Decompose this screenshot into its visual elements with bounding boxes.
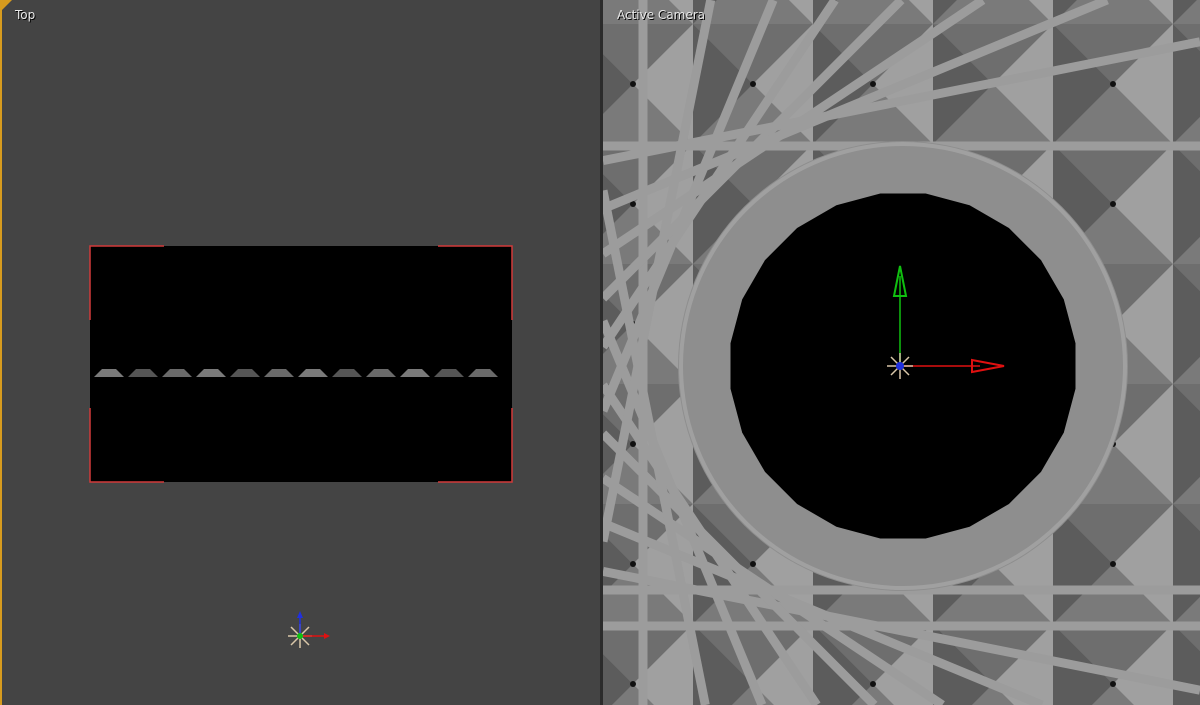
- viewport-label-active-camera[interactable]: Active Camera: [617, 8, 705, 22]
- viewport-label-top[interactable]: Top: [15, 8, 35, 22]
- selected-object[interactable]: [89, 245, 513, 483]
- camera-viewport[interactable]: Active Camera: [603, 0, 1200, 705]
- active-viewport-corner-left: [2, 0, 12, 10]
- transform-gizmo[interactable]: [288, 611, 330, 648]
- camera-view-scene: [603, 0, 1200, 705]
- top-viewport[interactable]: Top: [0, 0, 600, 705]
- top-view-scene: [89, 245, 513, 648]
